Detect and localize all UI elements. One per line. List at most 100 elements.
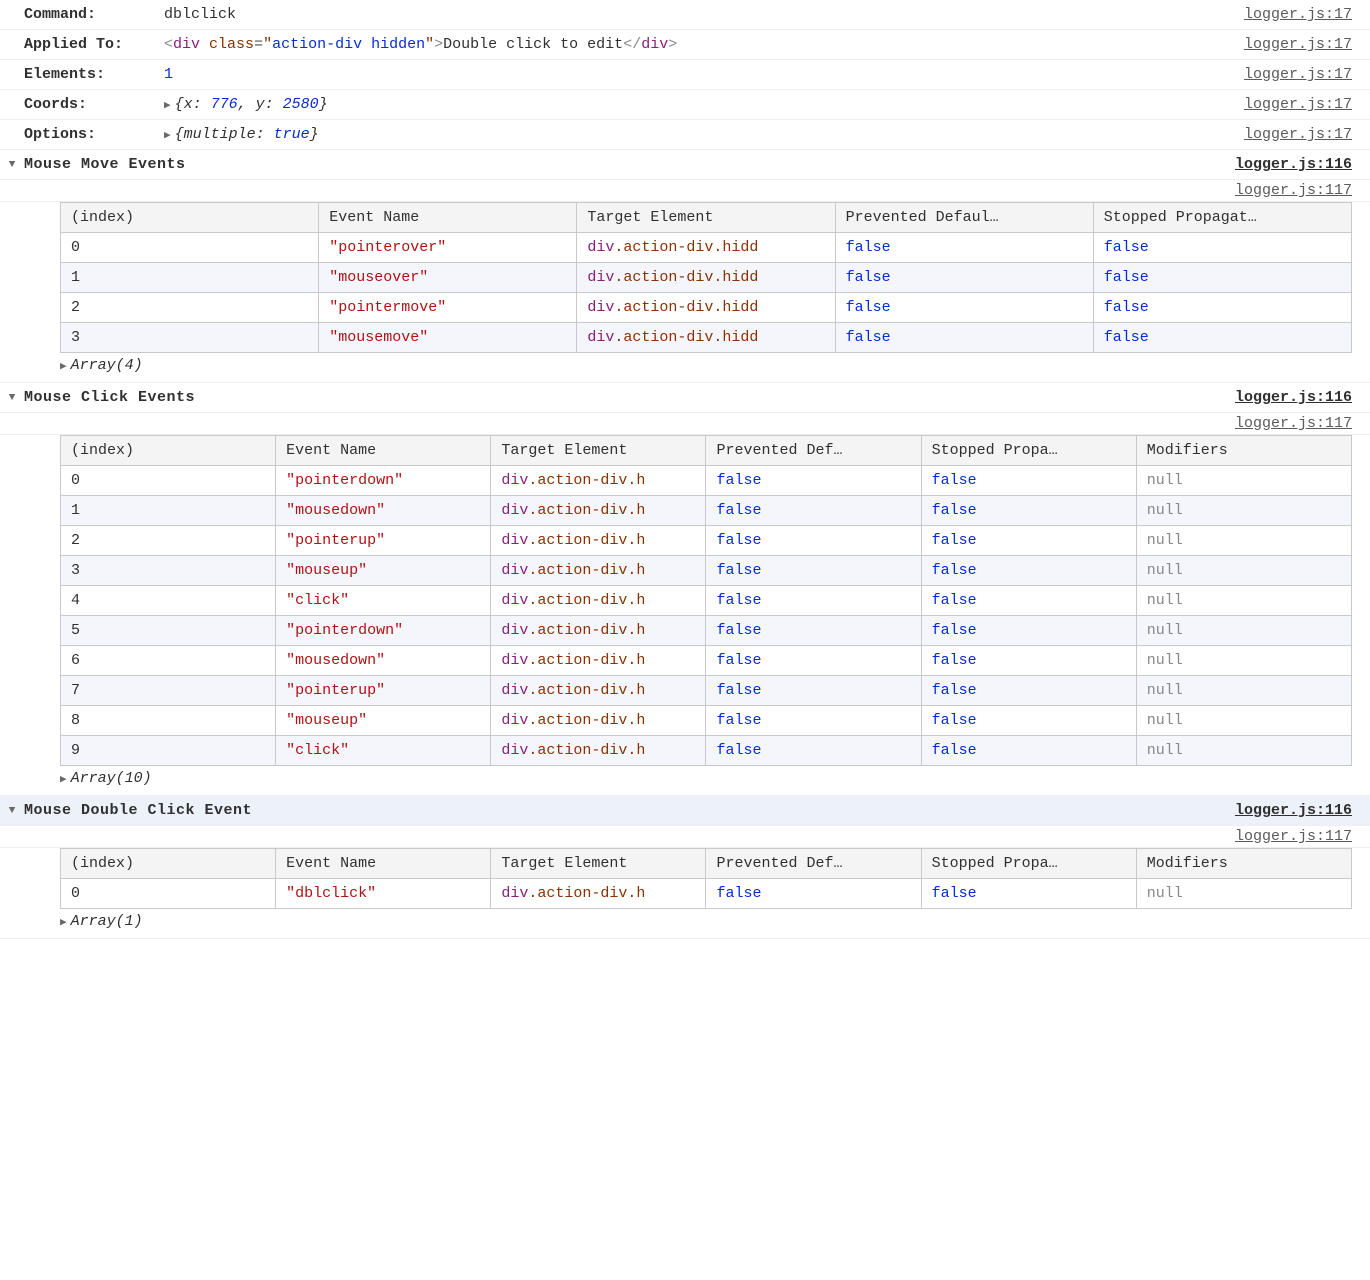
table-header[interactable]: Event Name <box>319 203 577 233</box>
source-link[interactable]: logger.js:116 <box>1235 389 1370 406</box>
table-header[interactable]: Stopped Propa… <box>921 849 1136 879</box>
expand-icon[interactable]: ▶ <box>164 98 171 112</box>
cell-event: "mousemove" <box>319 323 577 353</box>
source-link[interactable]: logger.js:116 <box>1235 802 1370 819</box>
kv-value: 1 <box>164 66 1244 83</box>
table-header[interactable]: Event Name <box>276 849 491 879</box>
array-summary[interactable]: ▶Array(1) <box>0 909 1370 939</box>
cell-prevented: false <box>835 323 1093 353</box>
source-link[interactable]: logger.js:117 <box>1235 182 1352 199</box>
cell-prevented: false <box>835 293 1093 323</box>
cell-stopped: false <box>921 616 1136 646</box>
table-header[interactable]: Modifiers <box>1136 849 1351 879</box>
table-header[interactable]: Target Element <box>577 203 835 233</box>
cell-target: div.action-div.h <box>491 616 706 646</box>
expand-icon[interactable]: ▶ <box>164 128 171 142</box>
cell-index: 8 <box>61 706 276 736</box>
expand-icon[interactable]: ▶ <box>60 772 67 786</box>
cell-event: "pointerup" <box>276 526 491 556</box>
cell-prevented: false <box>706 879 921 909</box>
cell-index: 0 <box>61 233 319 263</box>
cell-event: "mouseup" <box>276 556 491 586</box>
table-header[interactable]: Modifiers <box>1136 436 1351 466</box>
cell-event: "pointerover" <box>319 233 577 263</box>
source-link[interactable]: logger.js:17 <box>1244 96 1370 113</box>
table-row: 5"pointerdown"div.action-div.hfalsefalse… <box>61 616 1352 646</box>
cell-prevented: false <box>706 706 921 736</box>
cell-stopped: false <box>921 496 1136 526</box>
table-row: 2"pointerup"div.action-div.hfalsefalsenu… <box>61 526 1352 556</box>
expand-icon[interactable]: ▶ <box>60 359 67 373</box>
table-header[interactable]: (index) <box>61 849 276 879</box>
source-link[interactable]: logger.js:117 <box>1235 828 1352 845</box>
source-link[interactable]: logger.js:17 <box>1244 126 1370 143</box>
table-row: 0"dblclick"div.action-div.hfalsefalsenul… <box>61 879 1352 909</box>
table-header[interactable]: Prevented Def… <box>706 849 921 879</box>
cell-event: "click" <box>276 586 491 616</box>
table-header[interactable]: Target Element <box>491 849 706 879</box>
cell-event: "pointerup" <box>276 676 491 706</box>
cell-event: "pointerdown" <box>276 466 491 496</box>
cell-index: 0 <box>61 466 276 496</box>
cell-stopped: false <box>921 736 1136 766</box>
table-row: 0"pointerdown"div.action-div.hfalsefalse… <box>61 466 1352 496</box>
cell-index: 5 <box>61 616 276 646</box>
table-header[interactable]: Stopped Propagat… <box>1093 203 1351 233</box>
table-header[interactable]: Prevented Def… <box>706 436 921 466</box>
table-header[interactable]: Stopped Propa… <box>921 436 1136 466</box>
cell-index: 0 <box>61 879 276 909</box>
cell-stopped: false <box>921 586 1136 616</box>
array-summary[interactable]: ▶Array(10) <box>0 766 1370 796</box>
cell-modifiers: null <box>1136 586 1351 616</box>
cell-target: div.action-div.hidd <box>577 233 835 263</box>
cell-event: "mousedown" <box>276 646 491 676</box>
collapse-icon[interactable]: ▼ <box>0 805 24 817</box>
cell-modifiers: null <box>1136 466 1351 496</box>
array-summary[interactable]: ▶Array(4) <box>0 353 1370 383</box>
table-header[interactable]: Prevented Defaul… <box>835 203 1093 233</box>
cell-event: "mouseover" <box>319 263 577 293</box>
cell-target: div.action-div.h <box>491 646 706 676</box>
cell-stopped: false <box>921 646 1136 676</box>
cell-index: 2 <box>61 526 276 556</box>
table-header[interactable]: Target Element <box>491 436 706 466</box>
table-source-row: logger.js:117 <box>0 180 1370 202</box>
cell-target: div.action-div.h <box>491 556 706 586</box>
event-table: (index)Event NameTarget ElementPrevented… <box>60 435 1352 766</box>
cell-target: div.action-div.hidd <box>577 293 835 323</box>
collapse-icon[interactable]: ▼ <box>0 159 24 171</box>
table-header[interactable]: Event Name <box>276 436 491 466</box>
event-table-wrap: (index)Event NameTarget ElementPrevented… <box>0 435 1370 766</box>
expand-icon[interactable]: ▶ <box>60 915 67 929</box>
cell-target: div.action-div.h <box>491 706 706 736</box>
cell-modifiers: null <box>1136 496 1351 526</box>
table-row: 1"mouseover"div.action-div.hiddfalsefals… <box>61 263 1352 293</box>
cell-event: "mouseup" <box>276 706 491 736</box>
cell-target: div.action-div.h <box>491 676 706 706</box>
cell-prevented: false <box>706 586 921 616</box>
table-row: 3"mouseup"div.action-div.hfalsefalsenull <box>61 556 1352 586</box>
cell-index: 9 <box>61 736 276 766</box>
source-link[interactable]: logger.js:117 <box>1235 415 1352 432</box>
source-link[interactable]: logger.js:116 <box>1235 156 1370 173</box>
source-link[interactable]: logger.js:17 <box>1244 6 1370 23</box>
group-header[interactable]: ▼Mouse Click Eventslogger.js:116 <box>0 383 1370 413</box>
table-header[interactable]: (index) <box>61 203 319 233</box>
kv-label: Applied To: <box>24 36 164 53</box>
group-header[interactable]: ▼Mouse Move Eventslogger.js:116 <box>0 150 1370 180</box>
cell-stopped: false <box>1093 323 1351 353</box>
cell-index: 3 <box>61 323 319 353</box>
kv-label: Coords: <box>24 96 164 113</box>
table-source-row: logger.js:117 <box>0 826 1370 848</box>
table-header[interactable]: (index) <box>61 436 276 466</box>
cell-prevented: false <box>706 526 921 556</box>
cell-target: div.action-div.h <box>491 466 706 496</box>
collapse-icon[interactable]: ▼ <box>0 392 24 404</box>
cell-modifiers: null <box>1136 676 1351 706</box>
kv-value: ▶{x: 776, y: 2580} <box>164 96 1244 113</box>
source-link[interactable]: logger.js:17 <box>1244 36 1370 53</box>
cell-target: div.action-div.h <box>491 586 706 616</box>
group-header[interactable]: ▼Mouse Double Click Eventlogger.js:116 <box>0 796 1370 826</box>
source-link[interactable]: logger.js:17 <box>1244 66 1370 83</box>
group-title: Mouse Move Events <box>24 156 1235 173</box>
